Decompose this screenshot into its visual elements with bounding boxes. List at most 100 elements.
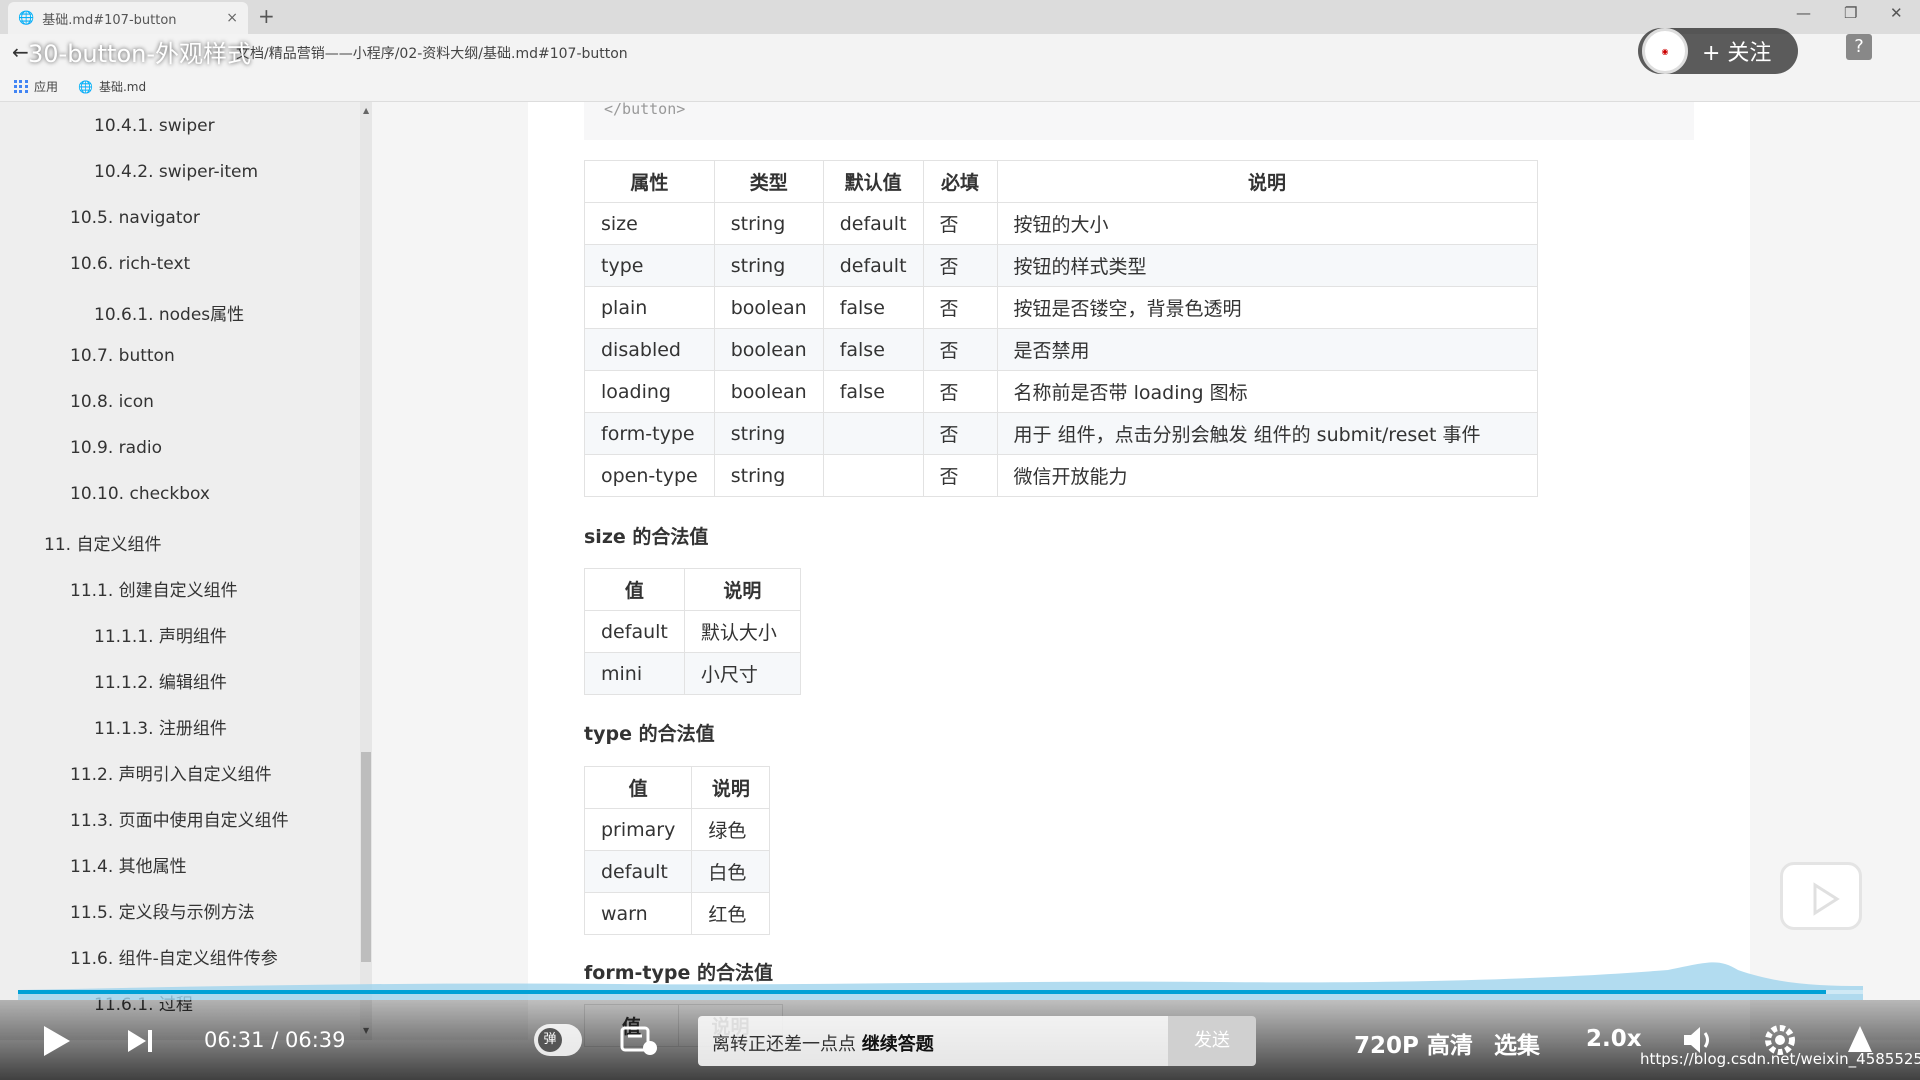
table-cell: 按钮是否镂空，背景色透明 bbox=[996, 286, 1538, 329]
globe-icon: 🌐 bbox=[18, 10, 35, 26]
size-values-heading: size 的合法值 bbox=[584, 526, 709, 548]
table-cell: 用于 组件，点击分别会触发 组件的 submit/reset 事件 bbox=[996, 412, 1538, 455]
table-cell: 否 bbox=[922, 328, 998, 371]
new-tab-button[interactable]: + bbox=[258, 4, 275, 28]
window-minimize-button[interactable]: — bbox=[1796, 4, 1811, 22]
table-cell: type bbox=[584, 244, 715, 287]
toc-item[interactable]: 11.5. 定义段与示例方法 bbox=[70, 898, 255, 923]
table-row: primary 绿色 bbox=[583, 808, 771, 851]
toc-item[interactable]: 10.9. radio bbox=[70, 438, 162, 458]
table-header-cell: 属性 bbox=[584, 160, 715, 203]
browser-tab-bar: 🌐 基础.md#107-button × + — ❐ ✕ bbox=[0, 0, 1920, 34]
type-values-heading: type 的合法值 bbox=[584, 723, 715, 745]
table-row: type string default 否按钮的样式类型 bbox=[584, 244, 1538, 287]
button-props-table: 属性 类型 默认值 必填 说明 size string default 否按钮的大小 type s… bbox=[584, 160, 1538, 497]
send-button[interactable]: 发送 bbox=[1168, 1016, 1256, 1066]
table-cell: 按钮的样式类型 bbox=[996, 244, 1538, 287]
table-cell: boolean bbox=[713, 370, 824, 413]
speed-button[interactable]: 2.0x bbox=[1586, 1026, 1642, 1052]
table-cell: false bbox=[822, 370, 924, 413]
danmu-input[interactable]: 离转正还差一点点 继续答题 bbox=[698, 1016, 1168, 1066]
table-cell: disabled bbox=[584, 328, 715, 371]
uploader-avatar[interactable]: ◉ bbox=[1642, 28, 1688, 74]
table-cell: default bbox=[583, 850, 693, 893]
table-row: warn 红色 bbox=[583, 892, 771, 935]
table-row: default 默认大小 bbox=[584, 610, 801, 653]
window-close-button[interactable]: ✕ bbox=[1890, 4, 1903, 22]
toc-item[interactable]: 11.1.2. 编辑组件 bbox=[94, 668, 227, 693]
toc-item[interactable]: 10.4.1. swiper bbox=[94, 116, 215, 136]
browser-tab[interactable]: 🌐 基础.md#107-button × bbox=[8, 2, 248, 34]
table-row: loading boolean false 否名称前是否带 loading 图标 bbox=[584, 370, 1538, 413]
toc-item[interactable]: 11.2. 声明引入自定义组件 bbox=[70, 760, 272, 785]
table-header-cell: 值 bbox=[584, 568, 685, 611]
play-icon[interactable] bbox=[42, 1024, 72, 1058]
floating-play-widget[interactable] bbox=[1780, 862, 1862, 930]
toc-item[interactable]: 10.6.1. nodes属性 bbox=[94, 300, 244, 325]
table-cell: default bbox=[822, 244, 924, 287]
table-cell: plain bbox=[584, 286, 715, 329]
table-cell: false bbox=[822, 286, 924, 329]
help-icon[interactable]: ? bbox=[1846, 34, 1872, 60]
table-row: open-type string 否微信开放能力 bbox=[584, 454, 1538, 497]
toc-item[interactable]: 11.1.3. 注册组件 bbox=[94, 714, 227, 739]
quality-button[interactable]: 720P 高清 bbox=[1354, 1026, 1473, 1060]
current-time: 06:31 bbox=[204, 1028, 265, 1052]
table-cell: primary bbox=[583, 808, 693, 851]
time-display: 06:31 / 06:39 bbox=[204, 1028, 346, 1052]
code-block bbox=[584, 102, 1694, 140]
tab-close-icon[interactable]: × bbox=[226, 10, 238, 26]
bookmark-file[interactable]: 🌐 基础.md bbox=[78, 78, 146, 95]
toc-item[interactable]: 11.1.1. 声明组件 bbox=[94, 622, 227, 647]
table-cell: 红色 bbox=[691, 892, 771, 935]
apps-grid-icon bbox=[14, 79, 28, 94]
window-maximize-button[interactable]: ❐ bbox=[1844, 4, 1857, 22]
danmu-settings-icon[interactable] bbox=[620, 1024, 660, 1058]
toc-item[interactable]: 10.7. button bbox=[70, 346, 175, 366]
table-cell: string bbox=[713, 202, 824, 245]
toc-item[interactable]: 11.1. 创建自定义组件 bbox=[70, 576, 238, 601]
table-cell: 按钮的大小 bbox=[996, 202, 1538, 245]
table-cell: 否 bbox=[922, 244, 998, 287]
bookmark-apps[interactable]: 应用 bbox=[14, 78, 58, 95]
toc-item[interactable]: 11. 自定义组件 bbox=[44, 530, 161, 555]
table-cell: 是否禁用 bbox=[996, 328, 1538, 371]
back-arrow-icon[interactable]: ← bbox=[12, 40, 29, 64]
url-text[interactable]: 文档/精品营销——小程序/02-资料大纲/基础.md#107-button bbox=[236, 43, 628, 63]
toc-item[interactable]: 10.5. navigator bbox=[70, 208, 200, 228]
tab-title: 基础.md#107-button bbox=[42, 12, 177, 28]
follow-button[interactable]: ◉ + 关注 bbox=[1638, 28, 1798, 74]
next-icon[interactable] bbox=[126, 1028, 154, 1054]
bookmark-apps-label: 应用 bbox=[34, 80, 59, 94]
danmu-hint: 离转正还差一点点 bbox=[712, 1034, 856, 1055]
table-cell: string bbox=[713, 412, 824, 455]
toc-item[interactable]: 11.3. 页面中使用自定义组件 bbox=[70, 806, 289, 831]
play-outline-icon bbox=[1813, 882, 1840, 916]
table-cell: warn bbox=[583, 892, 693, 935]
table-cell: 否 bbox=[922, 286, 998, 329]
table-cell: 微信开放能力 bbox=[996, 454, 1538, 497]
danmu-toggle[interactable]: 弹 bbox=[534, 1024, 582, 1056]
table-cell: 否 bbox=[922, 454, 998, 497]
toc-item[interactable]: 10.8. icon bbox=[70, 392, 154, 412]
table-cell: size bbox=[584, 202, 715, 245]
blog-watermark: https://blog.csdn.net/weixin_45855251 bbox=[1640, 1050, 1920, 1068]
table-cell: 白色 bbox=[691, 850, 771, 893]
table-row: default 白色 bbox=[583, 850, 771, 893]
toc-item[interactable]: 10.6. rich-text bbox=[70, 254, 190, 274]
progress-fill bbox=[18, 990, 1827, 994]
table-header-cell: 值 bbox=[583, 766, 693, 809]
size-values-table: 值说明 default 默认大小 mini 小尺寸 bbox=[584, 568, 801, 695]
sidebar-scrollbar-thumb[interactable] bbox=[361, 752, 371, 962]
table-cell bbox=[822, 412, 924, 455]
table-cell: default bbox=[822, 202, 924, 245]
danmu-hint-link[interactable]: 继续答题 bbox=[862, 1034, 934, 1055]
toc-item[interactable]: 10.4.2. swiper-item bbox=[94, 162, 258, 182]
scroll-up-icon[interactable]: ▲ bbox=[363, 106, 369, 115]
episodes-button[interactable]: 选集 bbox=[1494, 1026, 1540, 1060]
toc-item[interactable]: 10.10. checkbox bbox=[70, 484, 210, 504]
duration: 06:39 bbox=[284, 1028, 346, 1052]
table-cell: 名称前是否带 loading 图标 bbox=[996, 370, 1538, 413]
address-bar: ← 文档/精品营销——小程序/02-资料大纲/基础.md#107-button bbox=[0, 34, 1920, 70]
toc-item[interactable]: 11.4. 其他属性 bbox=[70, 852, 187, 877]
